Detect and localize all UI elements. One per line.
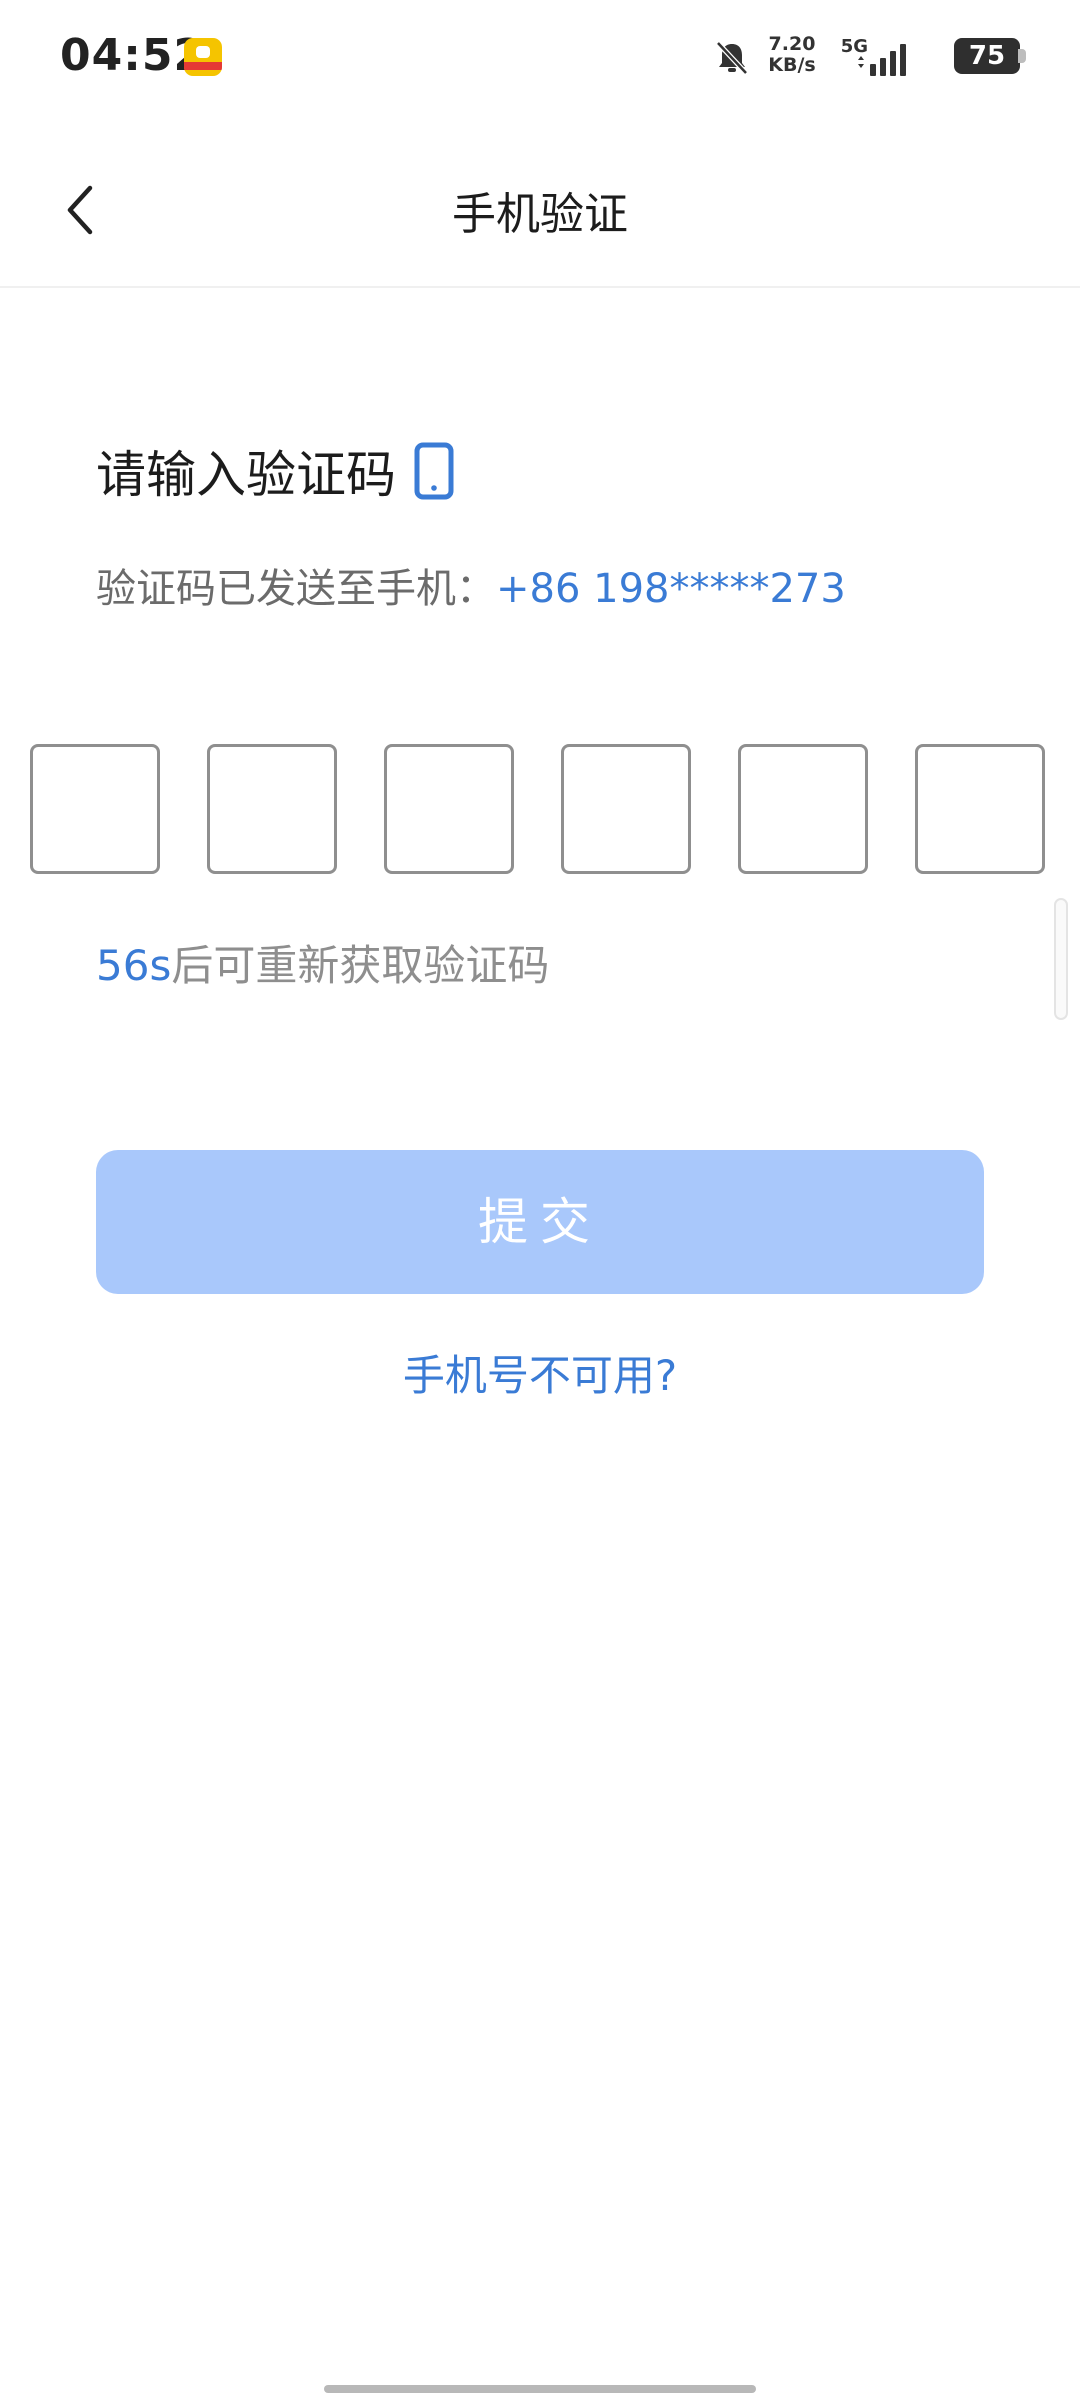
signal-icon — [858, 44, 906, 76]
battery-icon: 75 — [954, 38, 1026, 74]
nav-bar: 手机验证 — [0, 130, 1080, 288]
app-badge-icon — [184, 38, 222, 76]
net-speed: 7.20 KB/s — [766, 34, 818, 76]
prompt-title: 请输入验证码 — [96, 446, 396, 504]
code-digit-box-5[interactable] — [738, 744, 868, 874]
verification-code-input — [30, 744, 1050, 880]
net-speed-value: 7.20 — [768, 33, 816, 55]
phone-unavailable-link[interactable]: 手机号不可用? — [0, 1342, 1080, 1403]
phone-number: +86 198*****273 — [496, 566, 846, 612]
net-speed-unit: KB/s — [768, 54, 816, 76]
code-digit-box-6[interactable] — [915, 744, 1045, 874]
countdown-seconds: 56s — [96, 941, 172, 990]
code-digit-box-4[interactable] — [561, 744, 691, 874]
page-title: 手机验证 — [452, 189, 628, 240]
bell-muted-icon — [716, 41, 748, 75]
code-sent-notice: 验证码已发送至手机：+86 198*****273 — [96, 556, 846, 614]
home-indicator[interactable] — [324, 2385, 756, 2393]
code-digit-box-2[interactable] — [207, 744, 337, 874]
code-digit-box-3[interactable] — [384, 744, 514, 874]
status-bar: 04:52 7.20 KB/s 5G 75 — [0, 0, 1080, 120]
verify-prompt: 请输入验证码 — [96, 436, 454, 506]
resend-countdown: 56s后可重新获取验证码 — [96, 932, 549, 993]
resend-label: 后可重新获取验证码 — [171, 941, 550, 990]
smartphone-icon — [414, 442, 454, 500]
status-indicators: 7.20 KB/s 5G 75 — [640, 34, 1026, 82]
battery-level: 75 — [968, 41, 1006, 71]
submit-button[interactable]: 提交 — [96, 1150, 984, 1294]
scrollbar-thumb[interactable] — [1054, 898, 1068, 1020]
code-digit-box-1[interactable] — [30, 744, 160, 874]
sent-label: 验证码已发送至手机： — [96, 566, 496, 612]
